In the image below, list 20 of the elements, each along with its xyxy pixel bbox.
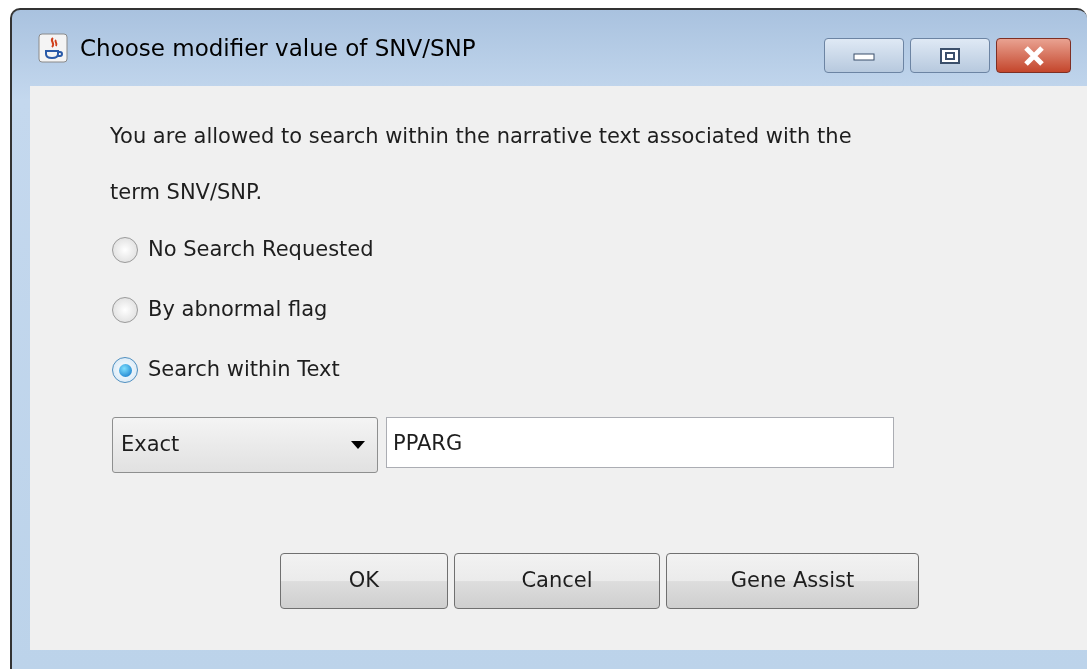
minimize-button[interactable] [824, 38, 904, 73]
dialog-button[interactable]: Cancel [454, 553, 660, 609]
coffee-cup-icon [38, 33, 68, 63]
close-button[interactable] [996, 38, 1071, 73]
minimize-icon [853, 50, 875, 61]
dialog-button[interactable]: Gene Assist [666, 553, 919, 609]
radio-button[interactable] [112, 297, 138, 323]
caret-icon [351, 441, 365, 449]
maximize-icon [939, 46, 961, 65]
radio-button[interactable] [112, 357, 138, 383]
radio-button[interactable] [112, 237, 138, 263]
window-title: Choose modifier value of SNV/SNP [80, 33, 476, 63]
search-field[interactable]: PPARG [386, 417, 894, 468]
match-mode-dropdown[interactable]: Exact [112, 417, 378, 473]
radio-label[interactable]: Search within Text [148, 354, 340, 386]
radio-label[interactable]: No Search Requested [148, 234, 374, 266]
radio-label[interactable]: By abnormal flag [148, 294, 328, 326]
dialog-button[interactable]: OK [280, 553, 448, 609]
maximize-button[interactable] [910, 38, 990, 73]
instruction-text: You are allowed to search within the narrative text associated with the term SNV/SNP. [110, 123, 853, 206]
